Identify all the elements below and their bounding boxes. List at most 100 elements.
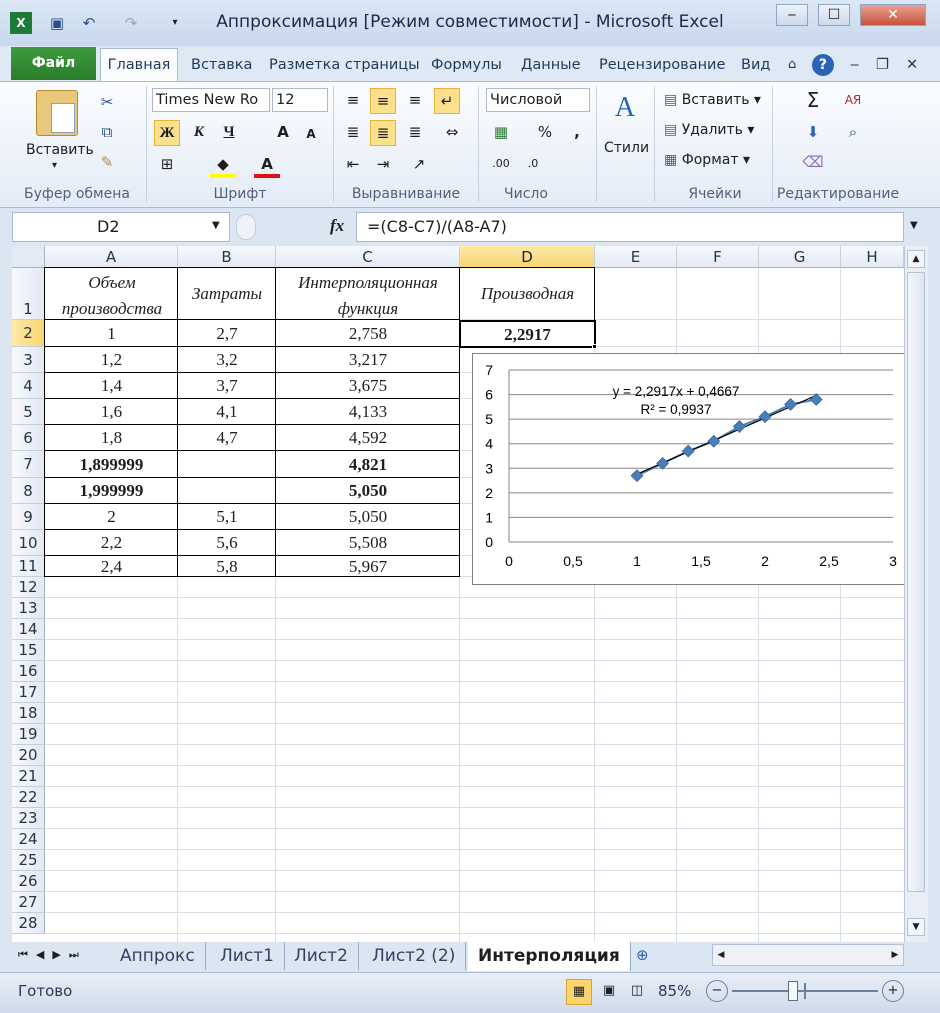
align-middle-icon[interactable]: ≡ <box>370 88 396 114</box>
paste-dropdown-icon[interactable]: ▾ <box>52 160 57 171</box>
cell-c5[interactable]: 4,133 <box>276 399 460 425</box>
normal-view-icon[interactable]: ▦ <box>566 979 592 1005</box>
name-box[interactable]: D2 <box>12 212 230 242</box>
vertical-scrollbar[interactable]: ▲ ▼ <box>904 246 928 942</box>
row-header-1[interactable]: 1 <box>12 268 45 320</box>
cell-c6[interactable]: 4,592 <box>276 425 460 451</box>
align-top-icon[interactable]: ≡ <box>340 88 366 114</box>
font-color-icon[interactable]: A <box>254 152 280 178</box>
tab-review[interactable]: Рецензирование <box>599 54 725 78</box>
cell-a11[interactable]: 2,4 <box>45 556 178 577</box>
close-button[interactable]: ✕ <box>860 4 926 26</box>
row-header-21[interactable]: 21 <box>12 766 45 787</box>
tab-page-layout[interactable]: Разметка страницы <box>269 54 420 78</box>
row-header-10[interactable]: 10 <box>12 530 45 556</box>
row-header-3[interactable]: 3 <box>12 347 45 373</box>
cell-b11[interactable]: 5,8 <box>178 556 276 577</box>
font-name-combo[interactable]: Times New Ro <box>152 88 270 112</box>
page-break-view-icon[interactable]: ◫ <box>624 979 650 1005</box>
sheet-tab-list1[interactable]: Лист1 <box>210 942 285 970</box>
cell-c8[interactable]: 5,050 <box>276 478 460 504</box>
tab-home[interactable]: Главная <box>100 48 178 83</box>
formula-input[interactable]: =(C8-C7)/(A8-A7) <box>356 212 904 242</box>
row-header-6[interactable]: 6 <box>12 425 45 451</box>
sheet-tab-interpolation[interactable]: Интерполяция <box>468 942 631 971</box>
doc-close-icon[interactable]: ✕ <box>906 54 918 78</box>
row-header-28[interactable]: 28 <box>12 913 45 934</box>
fill-color-icon[interactable]: ◆ <box>210 152 236 178</box>
wrap-text-icon[interactable]: ↵ <box>434 88 460 114</box>
undo-icon[interactable]: ↶ <box>78 12 100 34</box>
help-icon[interactable]: ? <box>812 54 834 76</box>
scroll-down-icon[interactable]: ▼ <box>907 918 925 936</box>
cell-b8[interactable] <box>178 478 276 504</box>
page-layout-view-icon[interactable]: ▣ <box>596 979 622 1005</box>
expand-formula-icon[interactable]: ▼ <box>910 220 918 231</box>
save-icon[interactable]: ▣ <box>46 12 68 34</box>
row-header-23[interactable]: 23 <box>12 808 45 829</box>
row-header-18[interactable]: 18 <box>12 703 45 724</box>
cell-b2[interactable]: 2,7 <box>178 320 276 347</box>
styles-icon[interactable]: A <box>608 92 642 132</box>
column-header-d[interactable]: D <box>460 246 595 268</box>
format-cells-button[interactable]: ▦ Формат ▾ <box>664 152 750 168</box>
doc-minimize-icon[interactable]: ‒ <box>850 54 859 78</box>
tab-view[interactable]: Вид <box>741 54 770 78</box>
customize-qa-icon[interactable]: ▾ <box>164 12 186 34</box>
bold-button[interactable]: Ж <box>154 120 180 146</box>
column-header-g[interactable]: G <box>759 246 841 268</box>
scroll-left-icon[interactable]: ◀ <box>713 945 729 965</box>
number-format-combo[interactable]: Числовой <box>486 88 590 112</box>
paste-icon[interactable] <box>36 90 78 136</box>
scatter-chart[interactable]: 0 1 2 3 4 5 6 7 0 0,5 1 1,5 2 2,5 3 y = 2,2917x + 0,466… <box>472 353 904 585</box>
row-header-16[interactable]: 16 <box>12 661 45 682</box>
doc-restore-icon[interactable]: ❐ <box>876 54 889 78</box>
cell-a3[interactable]: 1,2 <box>45 347 178 373</box>
row-header-11[interactable]: 11 <box>12 556 45 577</box>
row-header-4[interactable]: 4 <box>12 373 45 399</box>
tab-data[interactable]: Данные <box>521 54 581 78</box>
sheet-tab-list2-2[interactable]: Лист2 (2) <box>362 942 467 970</box>
copy-icon[interactable]: ⧉ <box>94 120 120 146</box>
styles-button[interactable]: Стили <box>604 140 649 156</box>
row-header-7[interactable]: 7 <box>12 451 45 478</box>
currency-icon[interactable]: ▦ <box>488 120 514 146</box>
percent-icon[interactable]: % <box>532 120 558 146</box>
increase-decimal-icon[interactable]: .00 <box>488 152 514 178</box>
row-header-13[interactable]: 13 <box>12 598 45 619</box>
cell-c11[interactable]: 5,967 <box>276 556 460 577</box>
row-header-5[interactable]: 5 <box>12 399 45 425</box>
cut-icon[interactable]: ✂ <box>94 90 120 116</box>
row-header-14[interactable]: 14 <box>12 619 45 640</box>
maximize-button[interactable]: ☐ <box>818 4 850 26</box>
cell-b9[interactable]: 5,1 <box>178 504 276 530</box>
sort-filter-icon[interactable]: AЯ <box>840 88 866 114</box>
cell-c4[interactable]: 3,675 <box>276 373 460 399</box>
scroll-thumb[interactable] <box>907 272 925 892</box>
column-header-b[interactable]: B <box>178 246 276 268</box>
column-header-f[interactable]: F <box>677 246 759 268</box>
cell-b5[interactable]: 4,1 <box>178 399 276 425</box>
row-header-22[interactable]: 22 <box>12 787 45 808</box>
delete-cells-button[interactable]: ▤ Удалить ▾ <box>664 122 754 138</box>
fx-icon[interactable]: fx <box>330 216 344 236</box>
formula-bar-handle[interactable] <box>236 214 256 240</box>
insert-sheet-icon[interactable]: ⊕ <box>636 946 649 964</box>
fill-handle[interactable] <box>592 344 597 349</box>
cell-b10[interactable]: 5,6 <box>178 530 276 556</box>
increase-indent-icon[interactable]: ⇥ <box>370 152 396 178</box>
column-header-c[interactable]: C <box>276 246 460 268</box>
decrease-font-icon[interactable]: A <box>298 122 324 148</box>
borders-icon[interactable]: ⊞ <box>154 152 180 178</box>
zoom-out-icon[interactable]: − <box>706 980 728 1002</box>
decrease-indent-icon[interactable]: ⇤ <box>340 152 366 178</box>
align-right-icon[interactable]: ≣ <box>402 120 428 146</box>
align-center-icon[interactable]: ≣ <box>370 120 396 146</box>
zoom-in-icon[interactable]: + <box>882 980 904 1002</box>
cell-c3[interactable]: 3,217 <box>276 347 460 373</box>
sheet-tab-approx[interactable]: Аппрокс <box>110 942 206 970</box>
insert-cells-button[interactable]: ▤ Вставить ▾ <box>664 92 761 108</box>
select-all-corner[interactable] <box>12 246 45 268</box>
cell-a5[interactable]: 1,6 <box>45 399 178 425</box>
comma-style-icon[interactable]: , <box>564 120 590 146</box>
